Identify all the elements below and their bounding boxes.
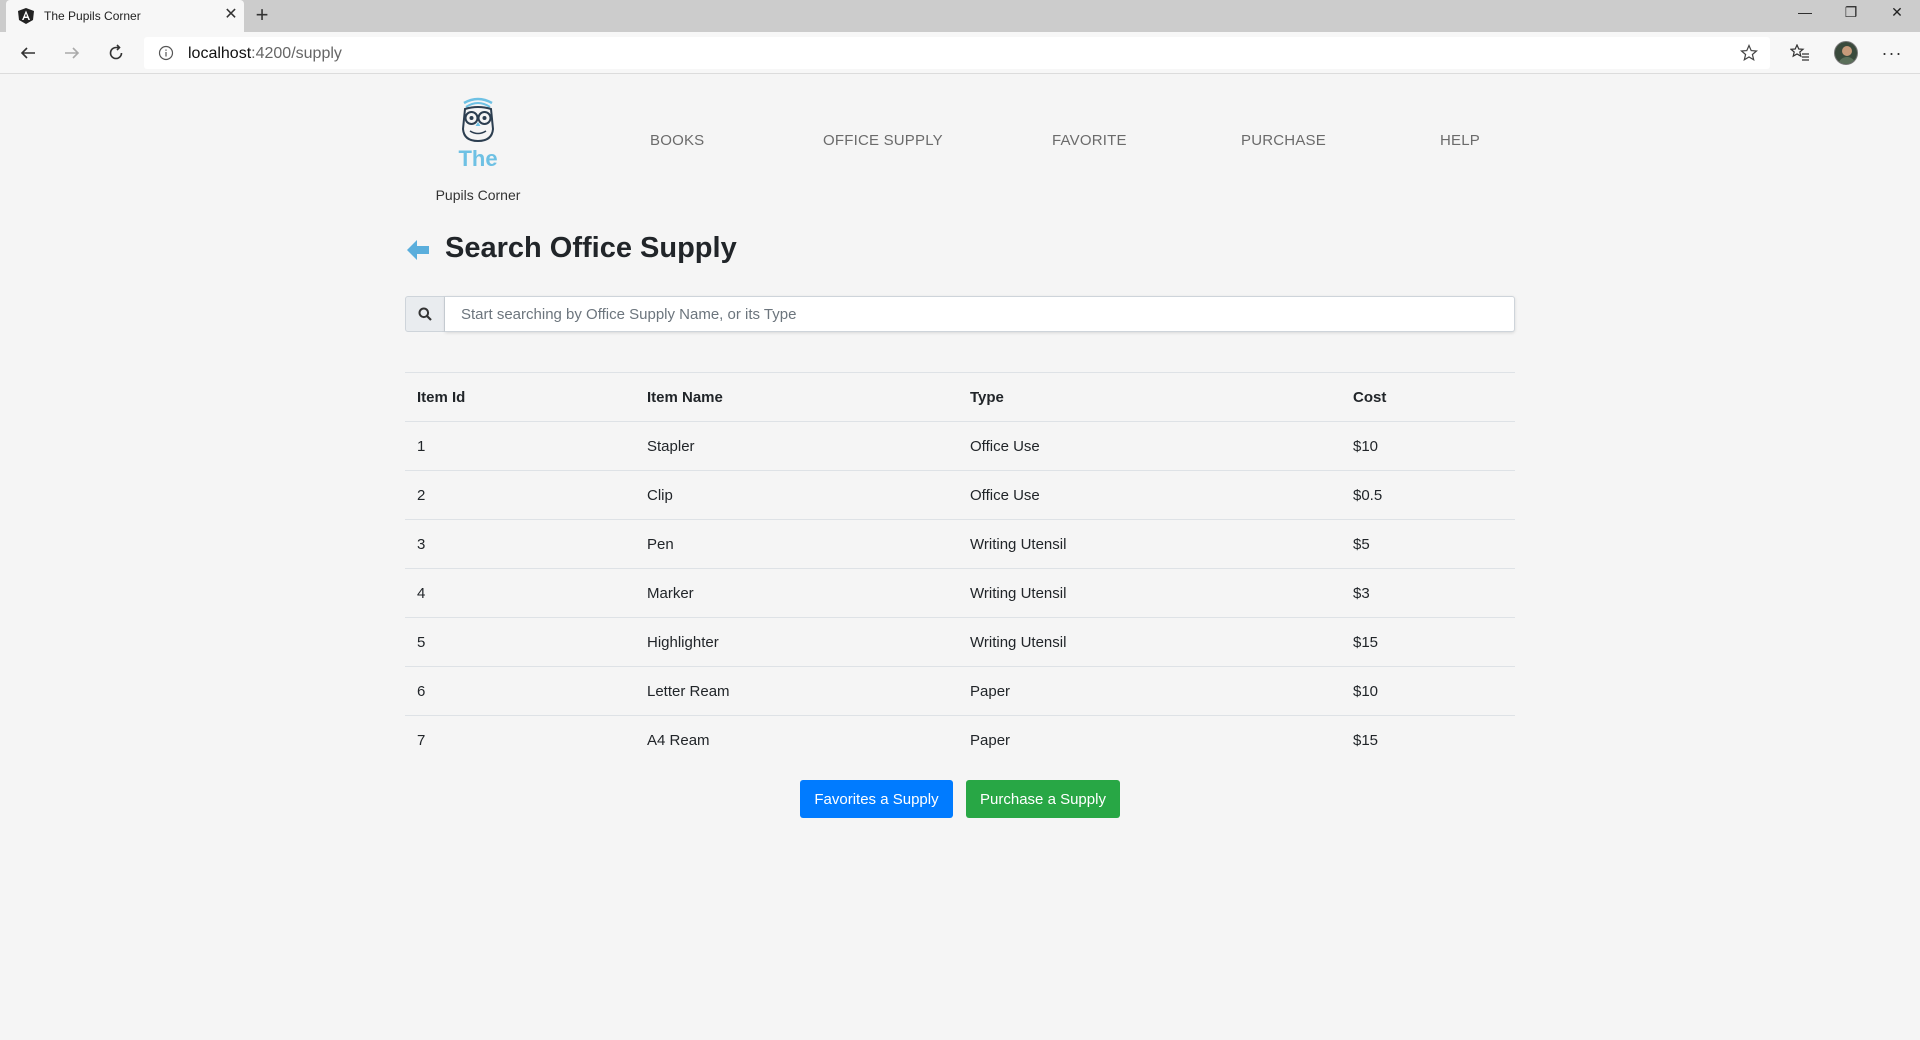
back-arrow-icon[interactable] bbox=[405, 238, 431, 262]
star-icon[interactable] bbox=[1740, 44, 1758, 62]
url-host: localhost bbox=[188, 45, 252, 62]
cell-type: Writing Utensil bbox=[958, 617, 1341, 667]
cell-cost: $0.5 bbox=[1341, 470, 1515, 520]
search-addon bbox=[405, 296, 445, 332]
cell-type: Office Use bbox=[958, 470, 1341, 520]
favorites-list-icon bbox=[1790, 44, 1809, 61]
nav-help[interactable]: HELP bbox=[1440, 132, 1480, 149]
page-title: Search Office Supply bbox=[445, 232, 737, 264]
reload-button[interactable] bbox=[100, 37, 132, 69]
cell-type: Paper bbox=[958, 666, 1341, 716]
table-row[interactable]: 2 Clip Office Use $0.5 bbox=[405, 470, 1515, 520]
cell-cost: $10 bbox=[1341, 666, 1515, 716]
cell-type: Paper bbox=[958, 715, 1341, 765]
table-row[interactable]: 4 Marker Writing Utensil $3 bbox=[405, 568, 1515, 618]
table-row[interactable]: 3 Pen Writing Utensil $5 bbox=[405, 519, 1515, 569]
cell-cost: $3 bbox=[1341, 568, 1515, 618]
nav-purchase[interactable]: PURCHASE bbox=[1241, 132, 1326, 149]
cell-item-id: 1 bbox=[405, 421, 635, 471]
brand-logo[interactable]: The Pupils Corner bbox=[420, 95, 536, 203]
search-icon bbox=[418, 307, 432, 321]
search-group bbox=[405, 296, 1515, 332]
cell-item-id: 3 bbox=[405, 519, 635, 569]
address-bar[interactable]: localhost:4200/supply bbox=[144, 37, 1770, 69]
cell-item-name: Stapler bbox=[635, 421, 958, 471]
cell-item-name: A4 Ream bbox=[635, 715, 958, 765]
cell-item-id: 7 bbox=[405, 715, 635, 765]
forward-button[interactable] bbox=[56, 37, 88, 69]
table-row[interactable]: 6 Letter Ream Paper $10 bbox=[405, 666, 1515, 716]
table-row[interactable]: 5 Highlighter Writing Utensil $15 bbox=[405, 617, 1515, 667]
back-button[interactable] bbox=[12, 37, 44, 69]
arrow-left-icon bbox=[20, 47, 35, 59]
brand-name-line2: Pupils Corner bbox=[435, 187, 521, 203]
supply-table: Item Id Item Name Type Cost 1 Stapler Of… bbox=[405, 372, 1515, 765]
cell-item-name: Letter Ream bbox=[635, 666, 958, 716]
nav-books[interactable]: BOOKS bbox=[650, 132, 704, 149]
cell-item-id: 2 bbox=[405, 470, 635, 520]
table-row[interactable]: 7 A4 Ream Paper $15 bbox=[405, 715, 1515, 765]
owl-logo-icon bbox=[461, 97, 495, 143]
reload-icon bbox=[109, 44, 123, 60]
url-path: :4200/supply bbox=[251, 45, 342, 62]
cell-type: Office Use bbox=[958, 421, 1341, 471]
favorites-button[interactable] bbox=[1784, 37, 1816, 69]
arrow-right-icon bbox=[65, 47, 80, 59]
angular-icon bbox=[18, 8, 34, 24]
profile-button[interactable] bbox=[1830, 37, 1862, 69]
purchase-supply-button[interactable]: Purchase a Supply bbox=[966, 780, 1120, 818]
table-row[interactable]: 1 Stapler Office Use $10 bbox=[405, 421, 1515, 471]
search-input[interactable] bbox=[445, 296, 1515, 332]
close-window-icon[interactable]: ✕ bbox=[1874, 0, 1920, 28]
nav-favorite[interactable]: FAVORITE bbox=[1052, 132, 1127, 149]
more-menu-button[interactable]: ··· bbox=[1876, 37, 1908, 69]
info-icon[interactable] bbox=[158, 45, 174, 61]
cell-cost: $15 bbox=[1341, 715, 1515, 765]
avatar bbox=[1834, 41, 1858, 65]
brand-name-line1: The bbox=[458, 146, 498, 171]
cell-cost: $10 bbox=[1341, 421, 1515, 471]
nav-office-supply[interactable]: OFFICE SUPPLY bbox=[823, 132, 943, 149]
url-text: localhost:4200/supply bbox=[188, 45, 342, 63]
cell-cost: $15 bbox=[1341, 617, 1515, 667]
browser-tab-bar: The Pupils Corner ✕ + — ❐ ✕ bbox=[0, 0, 1920, 32]
cell-type: Writing Utensil bbox=[958, 568, 1341, 618]
header-type: Type bbox=[958, 372, 1341, 422]
cell-item-name: Marker bbox=[635, 568, 958, 618]
favorite-supply-button[interactable]: Favorites a Supply bbox=[800, 780, 953, 818]
cell-item-name: Highlighter bbox=[635, 617, 958, 667]
cell-item-name: Clip bbox=[635, 470, 958, 520]
cell-item-name: Pen bbox=[635, 519, 958, 569]
header-item-id: Item Id bbox=[405, 372, 635, 422]
header-item-name: Item Name bbox=[635, 372, 958, 422]
new-tab-icon[interactable]: + bbox=[250, 4, 274, 27]
restore-icon[interactable]: ❐ bbox=[1828, 0, 1874, 28]
cell-item-id: 6 bbox=[405, 666, 635, 716]
close-tab-icon[interactable]: ✕ bbox=[222, 6, 240, 24]
cell-item-id: 4 bbox=[405, 568, 635, 618]
page-content: The Pupils Corner BOOKS OFFICE SUPPLY FA… bbox=[0, 75, 1920, 1040]
tab-title: The Pupils Corner bbox=[44, 9, 141, 23]
browser-tab[interactable]: The Pupils Corner ✕ bbox=[6, 0, 244, 32]
browser-toolbar: localhost:4200/supply ··· bbox=[0, 32, 1920, 74]
cell-item-id: 5 bbox=[405, 617, 635, 667]
minimize-icon[interactable]: — bbox=[1782, 0, 1828, 28]
header-cost: Cost bbox=[1341, 372, 1515, 422]
cell-type: Writing Utensil bbox=[958, 519, 1341, 569]
table-header-row: Item Id Item Name Type Cost bbox=[405, 372, 1515, 422]
cell-cost: $5 bbox=[1341, 519, 1515, 569]
